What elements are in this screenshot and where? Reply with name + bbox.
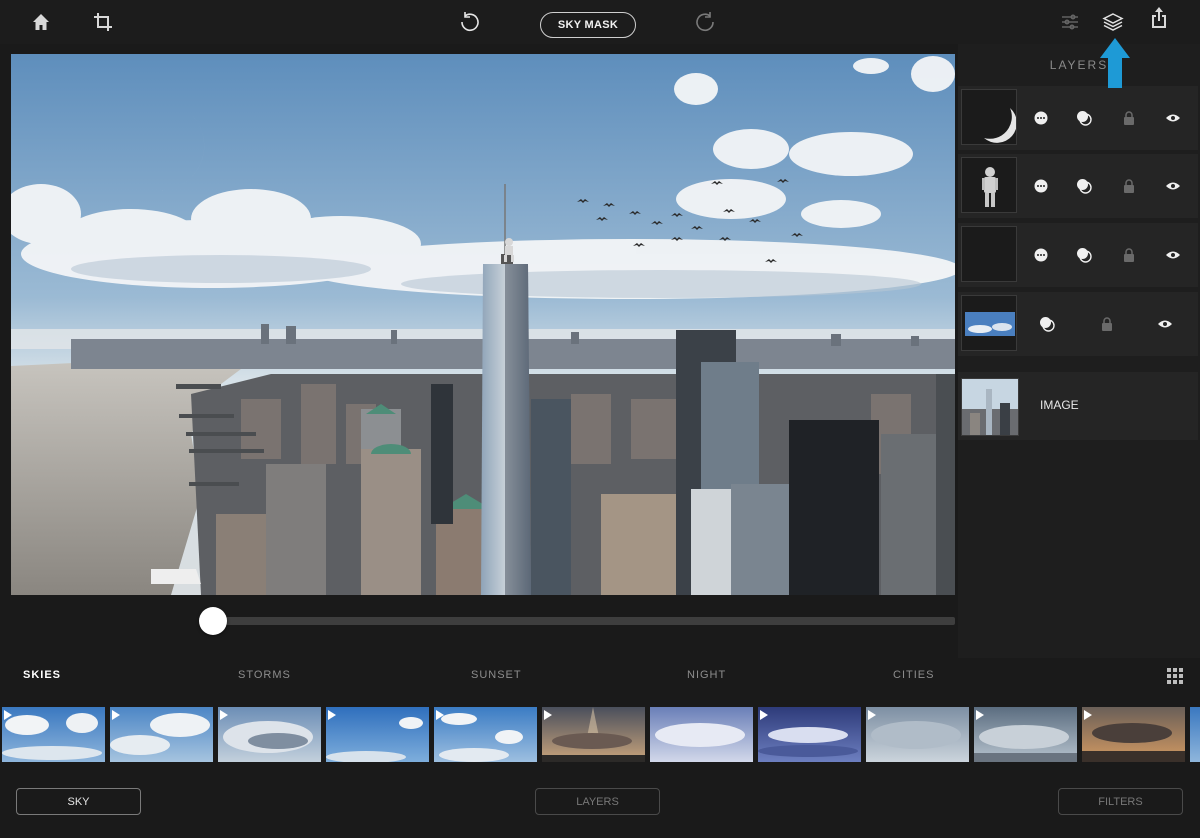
photo-canvas[interactable] [11,54,955,595]
slider-thumb[interactable] [199,607,227,635]
play-icon [328,710,336,720]
visibility-eye-icon[interactable] [1157,316,1173,332]
play-icon [1084,710,1092,720]
sky-thumbnail[interactable] [866,707,969,762]
blend-mode-icon[interactable] [1039,316,1055,332]
city-sky-image [11,54,955,595]
more-options-icon[interactable] [1033,110,1049,126]
image-layer-label: IMAGE [1040,398,1079,412]
visibility-eye-icon[interactable] [1165,247,1181,263]
layers-icon[interactable] [1101,10,1125,34]
crop-icon[interactable] [91,10,115,34]
tab-skies[interactable]: SKIES [23,669,61,681]
play-icon [976,710,984,720]
layer-row-birds[interactable] [958,223,1198,287]
slider-track[interactable] [210,617,955,625]
tab-sunset[interactable]: SUNSET [471,669,522,681]
layers-button[interactable]: LAYERS [535,788,660,815]
undo-icon[interactable] [457,10,481,34]
layers-panel-title: LAYERS [1049,58,1109,72]
layer-row-sky[interactable] [958,292,1198,356]
more-options-icon[interactable] [1033,178,1049,194]
sky-opacity-slider[interactable] [0,600,960,650]
play-icon [760,710,768,720]
redo-icon[interactable] [694,10,718,34]
sky-thumbnail[interactable] [974,707,1077,762]
lock-icon[interactable] [1121,247,1137,263]
layer-thumbnail [961,295,1017,351]
filters-button[interactable]: FILTERS [1058,788,1183,815]
sky-thumbnail[interactable] [758,707,861,762]
layer-thumbnail [961,89,1017,145]
layer-row-figure[interactable] [958,154,1198,218]
layer-thumbnail [961,226,1017,282]
more-options-icon[interactable] [1033,247,1049,263]
sky-category-tabs: SKIES STORMS SUNSET NIGHT CITIES [0,658,1200,702]
blend-mode-icon[interactable] [1076,178,1092,194]
play-icon [4,710,12,720]
layer-thumbnail [961,157,1017,213]
play-icon [436,710,444,720]
sky-thumbnail[interactable] [2,707,105,762]
play-icon [544,710,552,720]
sky-thumbnail[interactable] [326,707,429,762]
sky-thumbnail[interactable] [1190,707,1200,762]
sky-button[interactable]: SKY [16,788,141,815]
tab-night[interactable]: NIGHT [687,669,726,681]
blend-mode-icon[interactable] [1076,110,1092,126]
top-toolbar: SKY MASK [0,0,1200,44]
sky-mask-button[interactable]: SKY MASK [540,12,636,38]
home-icon[interactable] [29,10,53,34]
sky-thumbnail[interactable] [110,707,213,762]
image-thumbnail [961,378,1019,436]
play-icon [112,710,120,720]
up-arrow-icon [1100,38,1130,88]
layers-panel: LAYERS IMAGE [958,44,1200,658]
sky-thumbnail[interactable] [218,707,321,762]
share-icon[interactable] [1147,6,1171,30]
sky-thumbnail[interactable] [650,707,753,762]
visibility-eye-icon[interactable] [1165,178,1181,194]
grid-view-icon[interactable] [1167,668,1184,685]
tab-cities[interactable]: CITIES [893,669,934,681]
blend-mode-icon[interactable] [1076,247,1092,263]
sky-thumbnail[interactable] [542,707,645,762]
lock-icon[interactable] [1121,110,1137,126]
sky-thumbnail-strip [0,706,1200,763]
sky-thumbnail[interactable] [434,707,537,762]
lock-icon[interactable] [1099,316,1115,332]
visibility-eye-icon[interactable] [1165,110,1181,126]
layer-row-moon[interactable] [958,86,1198,150]
lock-icon[interactable] [1121,178,1137,194]
play-icon [220,710,228,720]
play-icon [868,710,876,720]
tab-storms[interactable]: STORMS [238,669,291,681]
layer-row-image[interactable]: IMAGE [958,372,1198,440]
sky-thumbnail[interactable] [1082,707,1185,762]
adjustments-icon[interactable] [1058,10,1082,34]
bottom-toolbar: SKY LAYERS FILTERS [0,770,1200,838]
